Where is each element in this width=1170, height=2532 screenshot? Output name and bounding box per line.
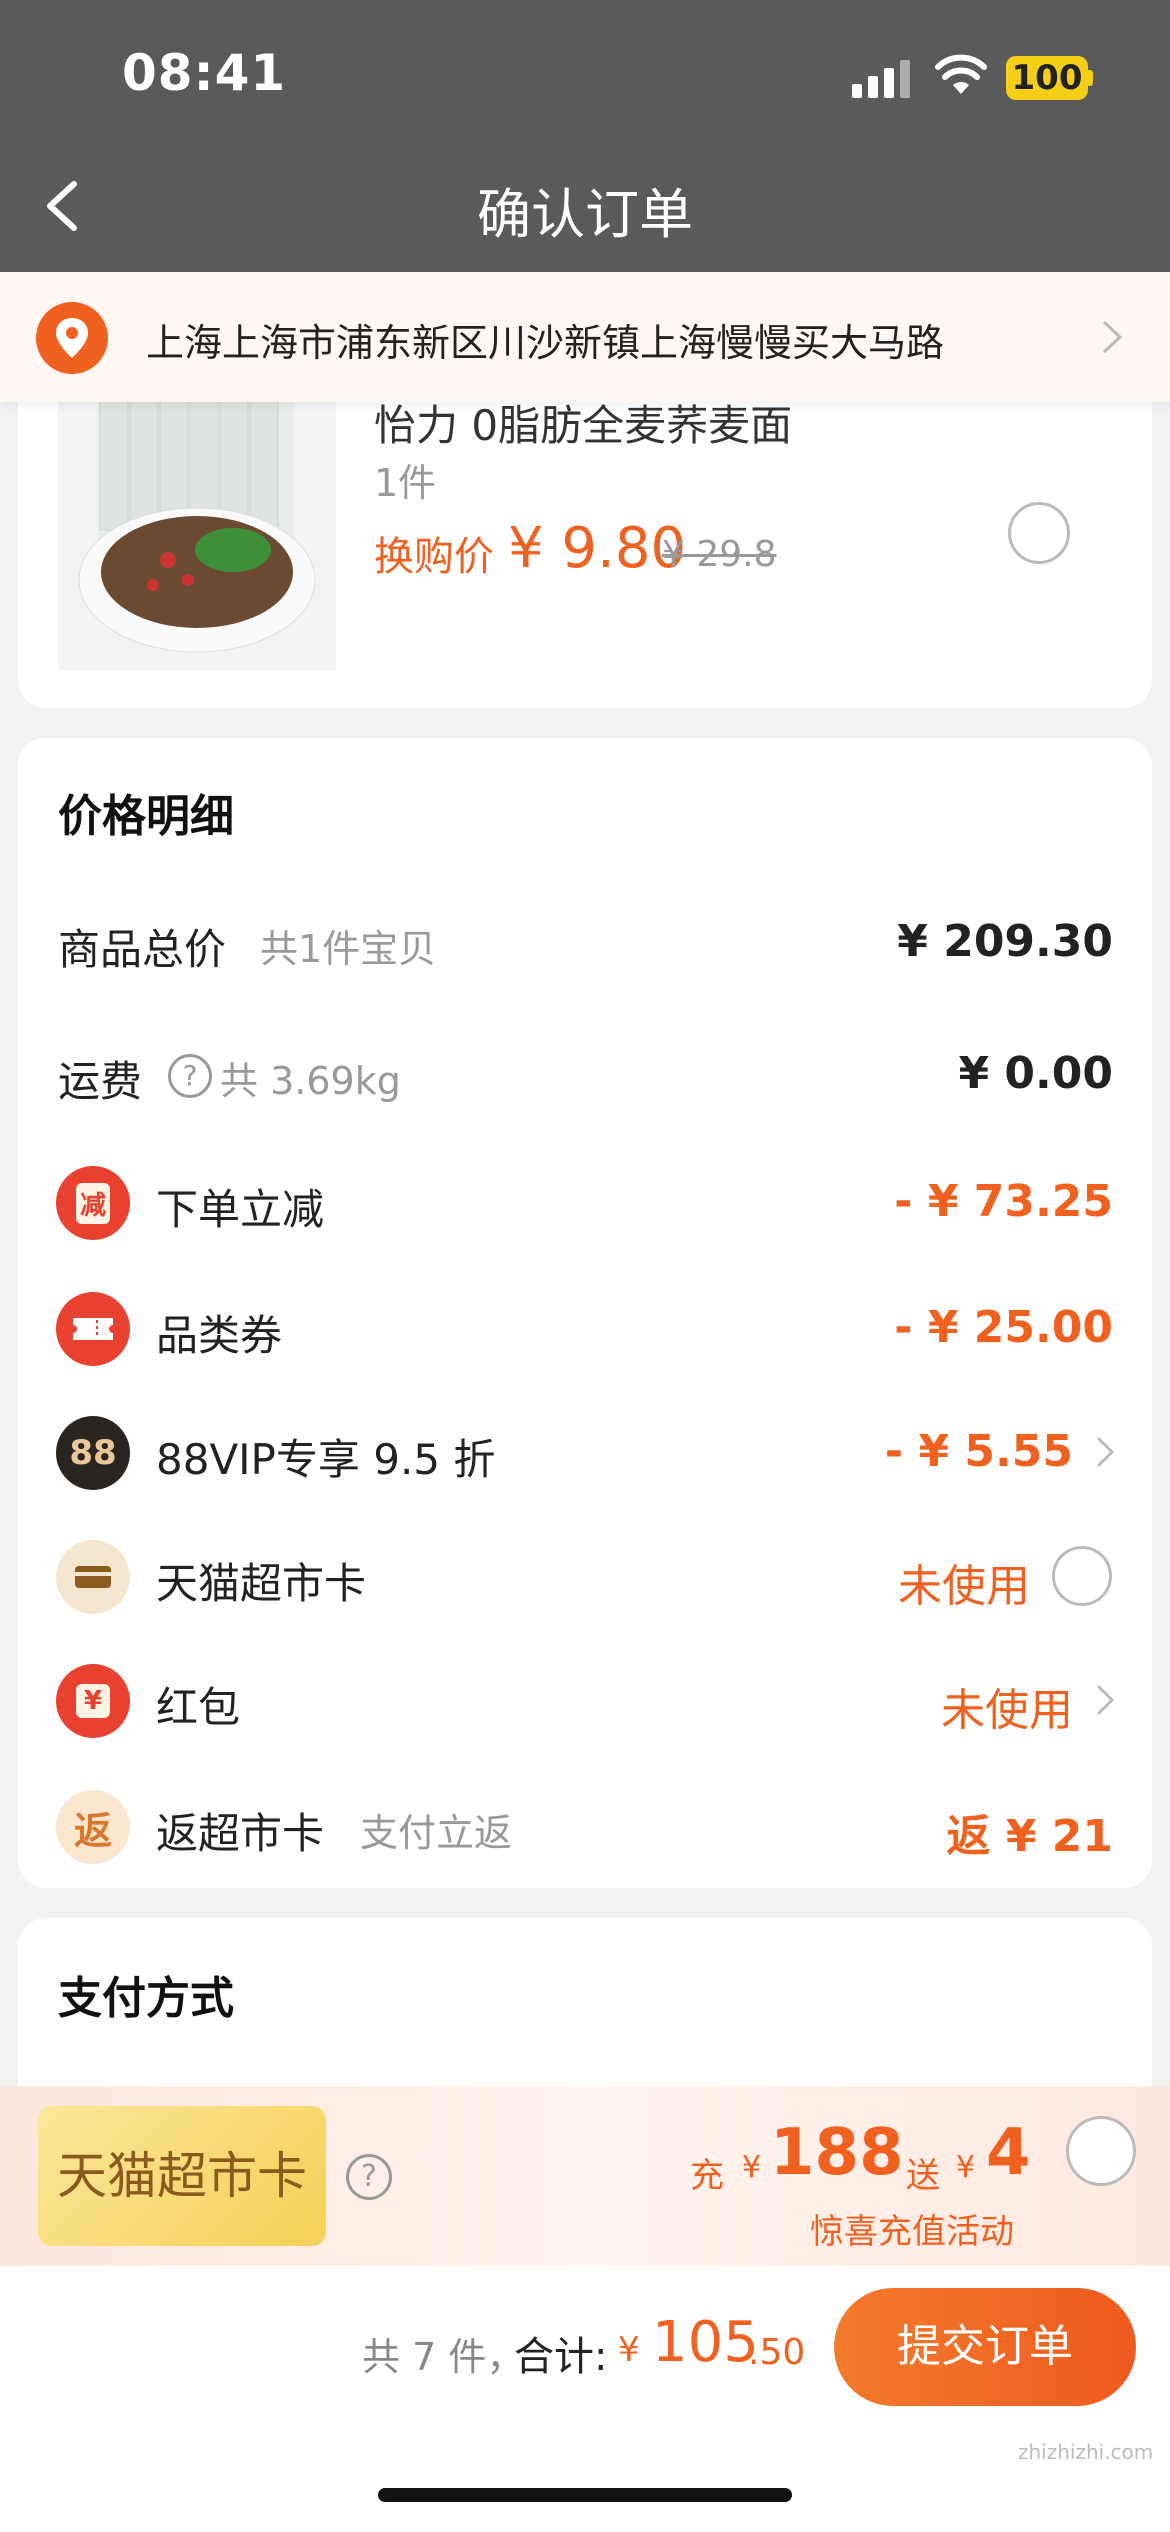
tmall-card-badge: 天猫超市卡 <box>38 2106 326 2246</box>
signal-icon <box>852 58 914 98</box>
total-amount: 105 <box>652 2310 759 2375</box>
row-value-category-coupon: - ¥ 25.00 <box>894 1302 1113 1353</box>
gift-prefix: 送 <box>906 2156 940 2196</box>
promo-subtitle: 惊喜充值活动 <box>810 2212 1014 2252</box>
location-pin-icon <box>36 302 108 374</box>
red-packet-icon-glyph: ¥ <box>75 1684 111 1718</box>
row-label-subtotal: 商品总价 <box>58 925 227 974</box>
row-label-shipping: 运费 <box>58 1057 143 1106</box>
discount-icon-glyph: 减 <box>75 1182 110 1224</box>
swap-price-label: 换购价 <box>374 534 494 580</box>
row-value-shipping: ¥ 0.00 <box>958 1048 1114 1099</box>
price-detail-title: 价格明细 <box>58 791 234 842</box>
gift-amount: 4 <box>986 2116 1031 2190</box>
vip88-icon: 88 <box>56 1416 130 1490</box>
product-select-radio[interactable] <box>1008 502 1070 564</box>
status-time: 08:41 <box>122 44 287 102</box>
cashback-icon: 返 <box>56 1790 130 1864</box>
total-currency: ¥ <box>618 2330 640 2370</box>
recharge-currency: ¥ <box>742 2150 762 2185</box>
total-decimal: .50 <box>748 2332 806 2373</box>
help-icon[interactable]: ? <box>346 2154 392 2200</box>
row-sub-shipping: 共 3.69kg <box>220 1059 401 1103</box>
row-label-supermarket-card: 天猫超市卡 <box>156 1559 367 1608</box>
discount-icon: 减 <box>56 1166 130 1240</box>
address-text: 上海上海市浦东新区川沙新镇上海慢慢买大马路 <box>146 321 945 365</box>
watermark: zhizhizhi.com <box>1018 2440 1154 2464</box>
row-value-cashback: 返 ¥ 21 <box>946 1811 1113 1862</box>
row-value-instant-discount: - ¥ 73.25 <box>894 1176 1113 1227</box>
row-label-vip-discount: 88VIP专享 9.5 折 <box>156 1435 496 1484</box>
red-packet-icon: ¥ <box>56 1664 130 1738</box>
supermarket-card-radio[interactable] <box>1052 1546 1112 1606</box>
help-icon[interactable]: ? <box>168 1054 212 1098</box>
product-price: ¥ 9.80 <box>508 516 687 581</box>
product-qty: 1件 <box>374 461 437 505</box>
row-value-subtotal: ¥ 209.30 <box>897 916 1113 967</box>
row-label-instant-discount: 下单立减 <box>156 1185 325 1234</box>
row-label-cashback: 返超市卡 <box>156 1809 325 1858</box>
row-value-vip-discount[interactable]: - ¥ 5.55 <box>885 1426 1073 1477</box>
row-sub-cashback: 支付立返 <box>360 1811 513 1855</box>
item-count: 共 7 件， <box>362 2335 525 2379</box>
coupon-icon <box>56 1292 130 1366</box>
submit-order-button[interactable]: 提交订单 <box>834 2288 1136 2406</box>
battery-tip <box>1088 70 1093 86</box>
supermarket-card-icon <box>56 1540 130 1614</box>
home-indicator <box>378 2488 792 2502</box>
page-title: 确认订单 <box>477 183 693 246</box>
row-label-red-packet: 红包 <box>156 1683 241 1732</box>
product-image[interactable] <box>58 400 336 670</box>
recharge-amount: 188 <box>770 2116 904 2190</box>
chevron-right-icon[interactable] <box>1094 1434 1116 1470</box>
payment-title: 支付方式 <box>58 1973 234 2024</box>
chevron-right-icon <box>1102 320 1123 354</box>
recharge-prefix: 充 <box>690 2156 724 2196</box>
row-value-supermarket-card: 未使用 <box>898 1561 1030 1612</box>
chevron-right-icon[interactable] <box>1094 1682 1116 1718</box>
row-value-red-packet[interactable]: 未使用 <box>941 1674 1073 1738</box>
address-bar[interactable]: 上海上海市浦东新区川沙新镇上海慢慢买大马路 <box>0 272 1170 402</box>
battery-indicator: 100 <box>1006 56 1088 100</box>
product-original-price: ¥ 29.8 <box>662 534 777 575</box>
row-label-category-coupon: 品类券 <box>156 1311 283 1360</box>
wifi-icon <box>935 54 987 94</box>
recharge-radio[interactable] <box>1066 2116 1136 2186</box>
gift-currency: ¥ <box>956 2150 976 2185</box>
row-sub-subtotal: 共1件宝贝 <box>260 927 437 971</box>
total-label: 合计: <box>514 2334 608 2380</box>
